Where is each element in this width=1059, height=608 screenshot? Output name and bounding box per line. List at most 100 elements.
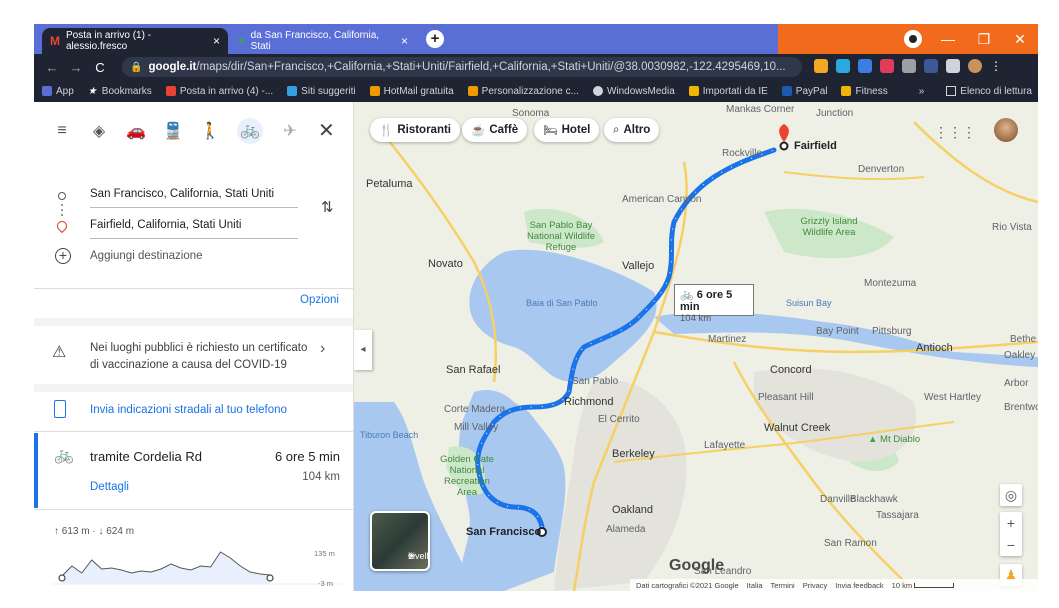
city-label: Richmond [564, 396, 614, 408]
add-destination-button[interactable]: Aggiungi destinazione [90, 250, 203, 262]
city-label: Berkeley [612, 448, 655, 460]
water-label: Baia di San Pablo [526, 298, 598, 308]
extension-icon[interactable] [880, 59, 894, 73]
bookmark-item[interactable]: WindowsMedia [592, 86, 675, 97]
bookmark-item[interactable]: Importati da IE [688, 86, 768, 97]
browser-window: M Posta in arrivo (1) - alessio.fresco ×… [34, 24, 1038, 591]
plane-icon[interactable]: ✈ [280, 121, 300, 141]
my-location-icon[interactable]: ◎ [1000, 484, 1022, 506]
bicycle-icon: 🚲 [54, 447, 74, 464]
covid-notice[interactable]: Nei luoghi pubblici è richiesto un certi… [90, 340, 310, 374]
city-label: Corte Madera [444, 404, 506, 415]
zoom-out-button[interactable]: − [1000, 534, 1022, 556]
route-dot [61, 209, 63, 211]
terms-link[interactable]: Termini [771, 581, 795, 590]
reading-list[interactable]: » Elenco di lettura [919, 80, 1032, 102]
new-tab-button[interactable]: + [426, 30, 444, 48]
city-label: San Rafael [446, 364, 501, 376]
extension-icon[interactable] [924, 59, 938, 73]
apps-grid-icon[interactable]: ⋮⋮⋮ [934, 124, 976, 141]
chip-hotel[interactable]: 🛏 Hotel [534, 118, 600, 142]
reload-button[interactable]: C [88, 60, 112, 75]
chip-cafe[interactable]: ☕ Caffè [462, 118, 528, 142]
avatar[interactable] [968, 59, 982, 73]
bookmark-item[interactable]: Fitness [841, 86, 888, 97]
forward-button[interactable]: → [64, 60, 88, 75]
map-canvas[interactable]: 🍴 Ristoranti ☕ Caffè 🛏 Hotel ⌕ Altro ⋮⋮⋮ ◂ 🚲… [354, 102, 1038, 591]
best-route-icon[interactable]: ◈ [89, 121, 109, 141]
city-label: Brentwood [1004, 402, 1038, 413]
city-label: Blackhawk [850, 494, 898, 505]
destination-pin-icon [54, 218, 70, 234]
city-label: Bethe [1010, 334, 1037, 345]
mountain-pin-icon: ▲ [868, 434, 878, 445]
elevation-min-label: -3 m [318, 579, 333, 588]
close-window-button[interactable]: ✕ [1002, 24, 1038, 54]
route-option[interactable]: 🚲 tramite Cordelia Rd 6 ore 5 min 104 km… [34, 433, 353, 508]
city-label: Antioch [916, 342, 953, 354]
bookmark-item[interactable]: Personalizzazione c... [467, 86, 579, 97]
poi-label[interactable]: ▲ Mt Diablo [868, 434, 920, 445]
zoom-in-button[interactable]: + [1000, 512, 1022, 534]
extension-icon[interactable] [858, 59, 872, 73]
restore-button[interactable]: ❐ [966, 24, 1002, 54]
extension-icon[interactable] [902, 59, 916, 73]
scale-bar[interactable]: 10 km [892, 581, 955, 590]
tab-maps[interactable]: ● da San Francisco, California, Stati × [230, 28, 416, 54]
city-label: El Cerrito [598, 414, 640, 425]
address-bar[interactable]: 🔒 google.it/maps/dir/San+Francisco,+Cali… [122, 57, 802, 77]
transit-icon[interactable]: 🚆 [163, 121, 183, 141]
layers-button[interactable]: ◈ Livelli [370, 511, 431, 571]
origin-dot-icon [58, 192, 66, 200]
close-directions-icon[interactable]: ✕ [318, 118, 335, 143]
elevation-chart: 135 m -3 m [52, 548, 342, 588]
privacy-link[interactable]: Privacy [803, 581, 828, 590]
bookmark-item[interactable]: Siti suggeriti [287, 86, 356, 97]
bookmarks-more-button[interactable]: » [919, 86, 925, 97]
bookmark-item[interactable]: PayPal [781, 86, 827, 97]
walk-icon[interactable]: 🚶 [200, 121, 220, 141]
back-button[interactable]: ← [40, 60, 64, 75]
destination-pin [779, 124, 789, 142]
destination-input[interactable]: Fairfield, California, Stati Uniti [90, 219, 298, 239]
profile-icon[interactable] [904, 30, 922, 48]
bookmark-item[interactable]: Posta in arrivo (4) -... [165, 86, 273, 97]
options-button[interactable]: Opzioni [300, 294, 339, 306]
bookmark-item[interactable]: App [42, 86, 74, 97]
city-label: Mankas Corner [726, 104, 795, 115]
minimize-button[interactable]: — [930, 24, 966, 54]
extension-icon[interactable] [836, 59, 850, 73]
warning-icon: ⚠ [52, 344, 67, 361]
bicycle-icon[interactable]: 🚲 [237, 118, 263, 144]
tab-gmail[interactable]: M Posta in arrivo (1) - alessio.fresco × [42, 28, 228, 54]
origin-input[interactable]: San Francisco, California, Stati Uniti [90, 188, 298, 208]
tab-close-icon[interactable]: × [401, 34, 408, 48]
send-to-phone-link[interactable]: Invia indicazioni stradali al tuo telefo… [90, 404, 287, 416]
city-label: Concord [770, 364, 812, 376]
swap-icon[interactable]: ⇅ [321, 198, 334, 216]
bookmark-item[interactable]: ★ Bookmarks [88, 86, 152, 98]
city-label: Novato [428, 258, 463, 270]
tab-close-icon[interactable]: × [213, 34, 220, 48]
avatar[interactable] [994, 118, 1018, 142]
add-destination-icon[interactable]: + [55, 248, 71, 264]
folder-icon [688, 86, 699, 96]
details-link[interactable]: Dettagli [90, 481, 129, 493]
city-label: Alameda [606, 524, 646, 535]
route-time-box[interactable]: 🚲 6 ore 5 min 104 km [674, 284, 754, 324]
menu-icon[interactable]: ≡ [52, 122, 72, 140]
puzzle-icon[interactable] [946, 59, 960, 73]
city-label: Vallejo [622, 260, 655, 272]
chip-restaurants[interactable]: 🍴 Ristoranti [370, 118, 460, 142]
country-link[interactable]: Italia [747, 581, 763, 590]
city-label: Mill Valley [454, 422, 499, 433]
feedback-link[interactable]: Invia feedback [835, 581, 883, 590]
chip-more[interactable]: ⌕ Altro [604, 118, 660, 142]
collapse-panel-button[interactable]: ◂ [354, 330, 372, 370]
extension-icon[interactable] [814, 59, 828, 73]
menu-icon[interactable]: ⋮ [990, 59, 1004, 73]
car-icon[interactable]: 🚗 [126, 121, 146, 141]
chevron-right-icon[interactable]: › [320, 340, 325, 358]
bookmark-item[interactable]: HotMail gratuita [369, 86, 454, 97]
city-label: Arbor [1004, 378, 1029, 389]
